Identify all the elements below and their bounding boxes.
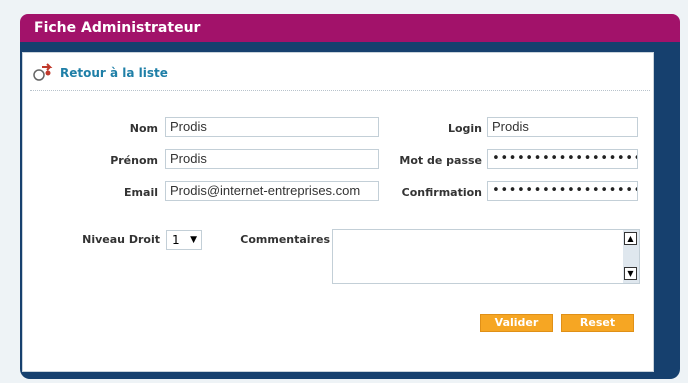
back-link-label: Retour à la liste — [60, 66, 168, 80]
divider — [30, 90, 650, 91]
login-label: Login — [447, 122, 482, 135]
confirmation-label: Confirmation — [401, 186, 482, 199]
login-input[interactable]: Prodis — [487, 117, 638, 137]
chevron-down-icon: ▼ — [190, 235, 197, 245]
prenom-label: Prénom — [110, 154, 158, 167]
commentaires-label: Commentaires — [240, 233, 330, 246]
email-label: Email — [124, 186, 158, 199]
nom-input[interactable]: Prodis — [165, 117, 379, 137]
commentaires-textarea[interactable]: ▲ ▼ — [332, 229, 640, 284]
nom-label: Nom — [129, 122, 158, 135]
prenom-input[interactable]: Prodis — [165, 149, 379, 169]
password-label: Mot de passe — [399, 154, 482, 167]
window-title: Fiche Administrateur — [20, 14, 680, 42]
niveau-droit-select[interactable]: 1 ▼ — [166, 230, 202, 250]
scroll-down-icon[interactable]: ▼ — [624, 267, 637, 280]
back-arrow-icon — [32, 63, 54, 83]
back-to-list-link[interactable]: Retour à la liste — [32, 63, 168, 83]
scroll-up-icon[interactable]: ▲ — [624, 232, 637, 245]
password-input[interactable]: •••••••••••••••••• — [487, 149, 638, 169]
reset-button[interactable]: Reset — [561, 314, 634, 332]
email-input[interactable]: Prodis@internet-entreprises.com — [165, 181, 379, 201]
form-panel — [22, 52, 654, 372]
valider-button[interactable]: Valider — [480, 314, 553, 332]
niveau-droit-value: 1 — [172, 233, 180, 247]
niveau-droit-label: Niveau Droit — [82, 233, 160, 246]
confirmation-input[interactable]: •••••••••••••••••• — [487, 181, 638, 201]
textarea-scrollbar[interactable]: ▲ ▼ — [623, 230, 639, 283]
